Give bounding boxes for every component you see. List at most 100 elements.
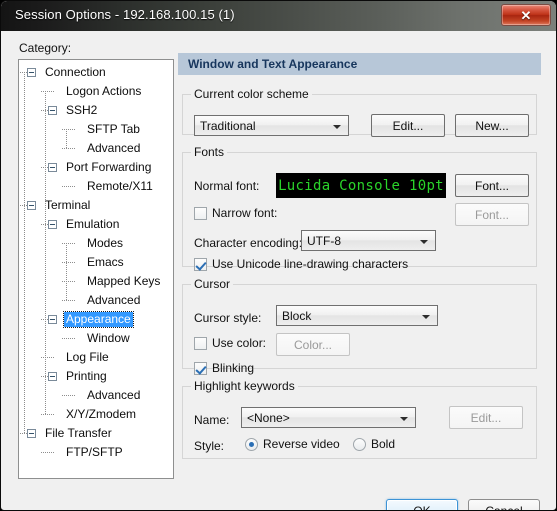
color-scheme-group: Current color scheme Traditional Edit...… xyxy=(182,87,537,137)
highlight-name-combo[interactable]: <None> xyxy=(241,407,416,428)
cursor-color-button-label: Color... xyxy=(293,337,332,352)
normal-font-preview-text: Lucida Console 10pt xyxy=(278,177,444,194)
tree-expander-minus-icon[interactable] xyxy=(27,429,36,438)
character-encoding-combo[interactable]: UTF-8 xyxy=(301,230,436,251)
tree-expander-minus-icon[interactable] xyxy=(48,106,57,115)
sidebar-item-mapped-keys[interactable]: Mapped Keys xyxy=(19,272,173,291)
chevron-down-icon xyxy=(400,417,408,421)
sidebar-item-label: Terminal xyxy=(45,198,91,212)
unicode-line-drawing-label: Use Unicode line-drawing characters xyxy=(212,257,409,271)
tree-expander-minus-icon[interactable] xyxy=(48,220,57,229)
category-tree[interactable]: Connection Logon Actions SSH2 SFTP Tab Advan… xyxy=(18,59,174,479)
narrow-font-label: Narrow font: xyxy=(212,206,278,220)
cursor-group: Cursor Cursor style: Block Use color: Co… xyxy=(182,277,537,375)
cancel-button[interactable]: Cancel xyxy=(468,499,540,511)
sidebar-item-port-forwarding[interactable]: Port Forwarding xyxy=(19,158,173,177)
blinking-label: Blinking xyxy=(212,361,255,375)
sidebar-item-printing[interactable]: Printing xyxy=(19,367,173,386)
tree-expander-minus-icon[interactable] xyxy=(27,201,36,210)
sidebar-item-log-file[interactable]: Log File xyxy=(19,348,173,367)
color-scheme-combo[interactable]: Traditional xyxy=(194,115,349,136)
use-color-checkbox[interactable]: Use color: xyxy=(194,336,266,350)
normal-font-button[interactable]: Font... xyxy=(455,174,529,197)
sidebar-item-appearance[interactable]: Appearance xyxy=(19,310,173,329)
checkbox-icon xyxy=(194,257,207,271)
narrow-font-checkbox[interactable]: Narrow font: xyxy=(194,206,277,220)
sidebar-item-label: Mapped Keys xyxy=(87,274,161,288)
sidebar-item-label: Advanced xyxy=(87,293,141,307)
tree-expander-minus-icon[interactable] xyxy=(48,163,57,172)
fonts-group: Fonts Normal font: Lucida Console 10pt F… xyxy=(182,145,537,271)
sidebar-item-label: SSH2 xyxy=(66,103,98,117)
dialog-body: Category: Connection Logon Actions SSH2 SFT… xyxy=(6,31,553,510)
sidebar-item-label: FTP/SFTP xyxy=(66,445,123,459)
checkbox-icon xyxy=(194,336,207,350)
sidebar-item-label: Log File xyxy=(66,350,109,364)
category-label: Category: xyxy=(19,41,72,55)
sidebar-item-logon-actions[interactable]: Logon Actions xyxy=(19,82,173,101)
ok-button-label: OK xyxy=(413,504,431,511)
sidebar-item-emulation[interactable]: Emulation xyxy=(19,215,173,234)
sidebar-item-ssh2[interactable]: SSH2 xyxy=(19,101,173,120)
sidebar-item-label: Remote/X11 xyxy=(87,179,153,193)
highlight-keywords-legend: Highlight keywords xyxy=(194,379,295,393)
sidebar-item-x-y-zmodem[interactable]: X/Y/Zmodem xyxy=(19,405,173,424)
normal-font-label: Normal font: xyxy=(194,179,260,193)
sidebar-item-file-transfer[interactable]: File Transfer xyxy=(19,424,173,443)
highlight-keywords-group: Highlight keywords Name: <None> Edit... … xyxy=(182,379,537,459)
highlight-style-label: Style: xyxy=(194,439,225,453)
sidebar-item-advanced[interactable]: Advanced xyxy=(19,139,173,158)
settings-pane: Window and Text Appearance Current color… xyxy=(178,53,541,479)
cursor-color-button: Color... xyxy=(276,333,350,356)
radio-bold-label: Bold xyxy=(371,437,396,451)
pane-header: Window and Text Appearance xyxy=(178,53,541,75)
ok-button[interactable]: OK xyxy=(386,499,458,511)
color-scheme-legend: Current color scheme xyxy=(194,87,309,101)
sidebar-item-advanced[interactable]: Advanced xyxy=(19,291,173,310)
radio-reverse-video[interactable]: Reverse video xyxy=(245,437,340,451)
normal-font-button-label: Font... xyxy=(474,178,509,193)
chevron-down-icon xyxy=(420,240,428,244)
radio-bold[interactable]: Bold xyxy=(353,437,395,451)
tree-expander-minus-icon[interactable] xyxy=(48,315,57,324)
character-encoding-label: Character encoding: xyxy=(194,236,303,250)
radio-icon xyxy=(353,437,366,451)
sidebar-item-advanced[interactable]: Advanced xyxy=(19,386,173,405)
chevron-down-icon xyxy=(333,125,341,129)
tree-expander-minus-icon[interactable] xyxy=(48,372,57,381)
color-scheme-new-label: New... xyxy=(475,118,509,133)
sidebar-item-ftp-sftp[interactable]: FTP/SFTP xyxy=(19,443,173,462)
cursor-style-combo[interactable]: Block xyxy=(276,305,438,326)
blinking-checkbox[interactable]: Blinking xyxy=(194,361,254,375)
sidebar-item-remote-x11[interactable]: Remote/X11 xyxy=(19,177,173,196)
cursor-style-label: Cursor style: xyxy=(194,311,262,325)
color-scheme-edit-label: Edit... xyxy=(392,118,424,133)
sidebar-item-modes[interactable]: Modes xyxy=(19,234,173,253)
sidebar-item-label: Advanced xyxy=(87,388,141,402)
unicode-line-drawing-checkbox[interactable]: Use Unicode line-drawing characters xyxy=(194,257,408,271)
sidebar-item-label: Window xyxy=(87,331,130,345)
color-scheme-edit-button[interactable]: Edit... xyxy=(371,114,445,137)
window-title: Session Options - 192.168.100.15 (1) xyxy=(15,7,235,22)
session-options-dialog: Session Options - 192.168.100.15 (1) ✕ C… xyxy=(0,0,557,511)
sidebar-item-emacs[interactable]: Emacs xyxy=(19,253,173,272)
title-bar[interactable]: Session Options - 192.168.100.15 (1) ✕ xyxy=(1,1,556,31)
sidebar-item-label: Port Forwarding xyxy=(66,160,152,174)
cancel-button-label: Cancel xyxy=(485,504,523,511)
highlight-name-value: <None> xyxy=(247,410,290,425)
tree-expander-minus-icon[interactable] xyxy=(27,68,36,77)
sidebar-item-label: Appearance xyxy=(63,311,134,328)
checkbox-icon xyxy=(194,206,207,220)
sidebar-item-terminal[interactable]: Terminal xyxy=(19,196,173,215)
color-scheme-new-button[interactable]: New... xyxy=(455,114,529,137)
color-scheme-value: Traditional xyxy=(200,118,256,133)
chevron-down-icon xyxy=(422,315,430,319)
highlight-name-label: Name: xyxy=(194,413,230,427)
close-glyph: ✕ xyxy=(520,7,532,23)
sidebar-item-label: Printing xyxy=(66,369,107,383)
sidebar-item-window[interactable]: Window xyxy=(19,329,173,348)
sidebar-item-connection[interactable]: Connection xyxy=(19,63,173,82)
close-icon[interactable]: ✕ xyxy=(501,4,551,26)
sidebar-item-sftp-tab[interactable]: SFTP Tab xyxy=(19,120,173,139)
narrow-font-button: Font... xyxy=(455,203,529,226)
